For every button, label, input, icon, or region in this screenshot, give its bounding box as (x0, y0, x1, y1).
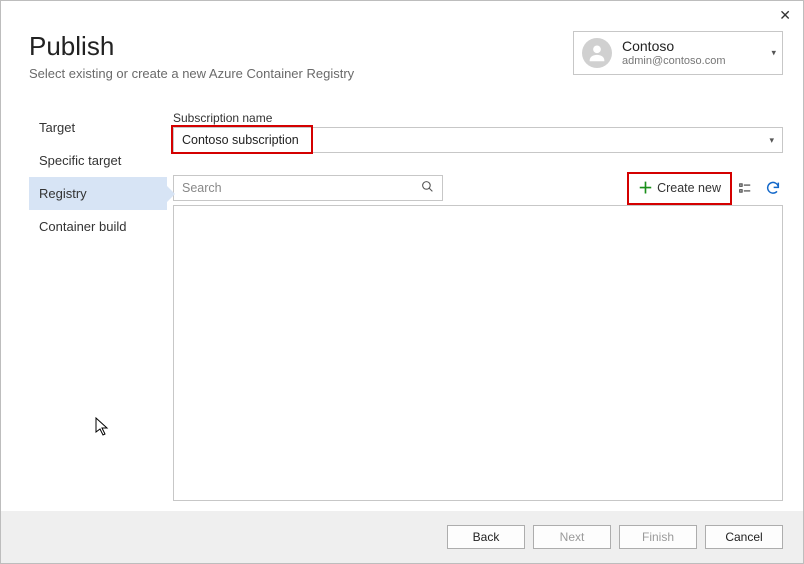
content-pane: Subscription name Contoso subscription ▾… (167, 111, 783, 501)
chevron-down-icon: ▾ (769, 135, 774, 146)
page-title: Publish (29, 31, 354, 62)
subscription-value: Contoso subscription (182, 133, 299, 147)
search-placeholder: Search (182, 181, 222, 195)
account-name: Contoso (622, 38, 726, 55)
header: Publish Select existing or create a new … (1, 1, 803, 81)
sidebar-item-specific-target[interactable]: Specific target (29, 144, 167, 177)
sidebar-item-target[interactable]: Target (29, 111, 167, 144)
body: Target Specific target Registry Containe… (1, 81, 803, 511)
create-new-label: Create new (657, 181, 721, 195)
chevron-down-icon: ▾ (771, 48, 776, 59)
page-subtitle: Select existing or create a new Azure Co… (29, 66, 354, 81)
back-button[interactable]: Back (447, 525, 525, 549)
footer: Back Next Finish Cancel (1, 511, 803, 563)
registry-results-list[interactable] (173, 205, 783, 501)
account-picker[interactable]: Contoso admin@contoso.com ▾ (573, 31, 783, 75)
subscription-dropdown[interactable]: Contoso subscription ▾ (173, 127, 783, 153)
view-options-button[interactable] (735, 178, 755, 198)
search-input[interactable]: Search (173, 175, 443, 201)
registry-toolbar: Search ＋ Create new (173, 175, 783, 201)
next-button: Next (533, 525, 611, 549)
refresh-button[interactable] (763, 178, 783, 198)
search-icon (421, 180, 434, 196)
cancel-button[interactable]: Cancel (705, 525, 783, 549)
sidebar-item-registry[interactable]: Registry (29, 177, 167, 210)
wizard-steps: Target Specific target Registry Containe… (29, 111, 167, 501)
sidebar-item-container-build[interactable]: Container build (29, 210, 167, 243)
account-email: admin@contoso.com (622, 55, 726, 68)
finish-button: Finish (619, 525, 697, 549)
close-icon[interactable]: ✕ (779, 7, 791, 24)
plus-icon: ＋ (638, 181, 653, 196)
avatar-icon (582, 38, 612, 68)
publish-dialog: ✕ Publish Select existing or create a ne… (0, 0, 804, 564)
create-new-button[interactable]: ＋ Create new (632, 177, 727, 200)
subscription-label: Subscription name (173, 111, 783, 125)
